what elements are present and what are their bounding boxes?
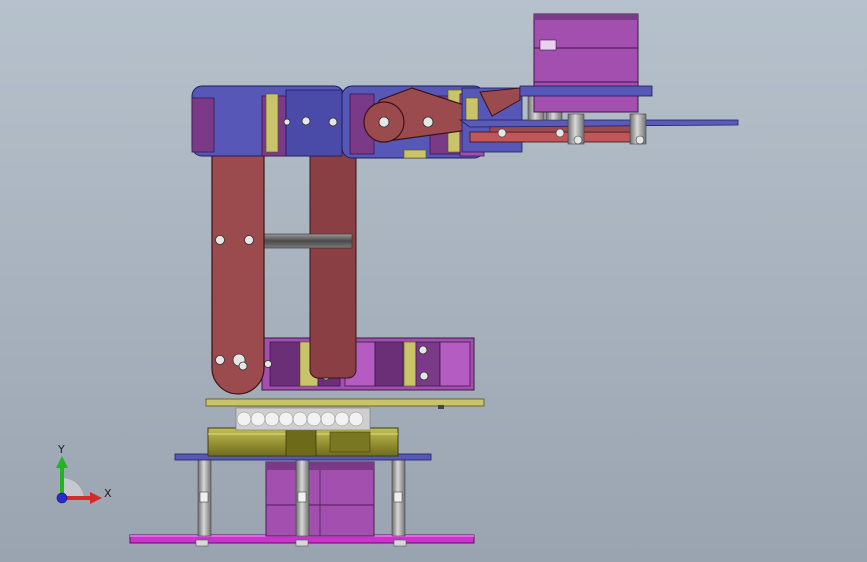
turntable-bearing[interactable] xyxy=(207,427,399,457)
axis-x-label: X xyxy=(104,487,112,500)
shoulder-servo-block[interactable] xyxy=(261,337,475,391)
wrist-servo[interactable] xyxy=(519,13,653,113)
base-servo[interactable] xyxy=(265,461,375,537)
axis-triad: Y X xyxy=(56,443,112,504)
base-plate[interactable] xyxy=(129,534,475,547)
ball-bearings xyxy=(235,407,371,431)
elbow-bracket[interactable] xyxy=(191,85,345,157)
cross-rod xyxy=(257,233,353,249)
axis-y-label: Y xyxy=(57,443,65,456)
cad-viewport[interactable]: Y X xyxy=(0,0,867,562)
shoulder-plate[interactable] xyxy=(205,398,485,409)
robot-arm-model[interactable]: Y X xyxy=(0,0,867,562)
